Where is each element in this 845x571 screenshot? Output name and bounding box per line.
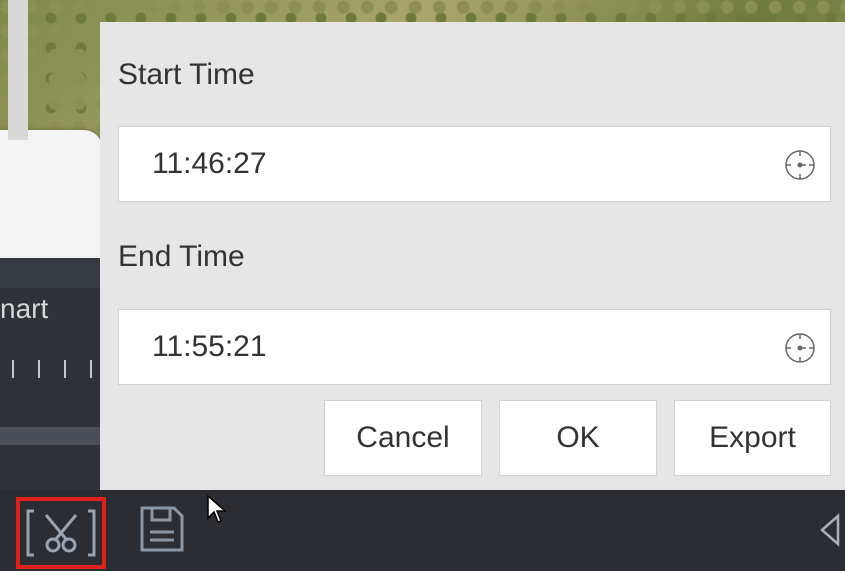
- end-time-label: End Time: [118, 240, 245, 273]
- timeline-partial-label: nart: [0, 293, 49, 324]
- start-time-value: 11:46:27: [152, 147, 267, 180]
- end-time-field[interactable]: 11:55:21: [118, 309, 831, 385]
- video-scene-object: [0, 130, 102, 270]
- video-scene-post: [8, 0, 28, 140]
- timeline-ticks[interactable]: [0, 360, 100, 378]
- clip-icon: [26, 509, 96, 557]
- clock-icon[interactable]: [784, 149, 816, 181]
- timeline-header: [0, 258, 100, 288]
- timeline-bar[interactable]: [0, 427, 100, 445]
- start-time-field[interactable]: 11:46:27: [118, 126, 831, 202]
- mouse-cursor-icon: [207, 494, 227, 523]
- clip-button[interactable]: [16, 497, 106, 569]
- save-icon[interactable]: [138, 504, 186, 554]
- start-time-label: Start Time: [118, 58, 255, 91]
- collapse-icon[interactable]: [818, 512, 842, 548]
- clip-time-dialog: Start Time 11:46:27 End Time 11:55:21 Ca…: [100, 22, 845, 490]
- ok-button[interactable]: OK: [499, 400, 657, 476]
- clock-icon[interactable]: [784, 332, 816, 364]
- end-time-value: 11:55:21: [152, 330, 267, 363]
- export-button[interactable]: Export: [674, 400, 831, 476]
- playback-toolbar: [0, 490, 845, 571]
- cancel-button[interactable]: Cancel: [324, 400, 482, 476]
